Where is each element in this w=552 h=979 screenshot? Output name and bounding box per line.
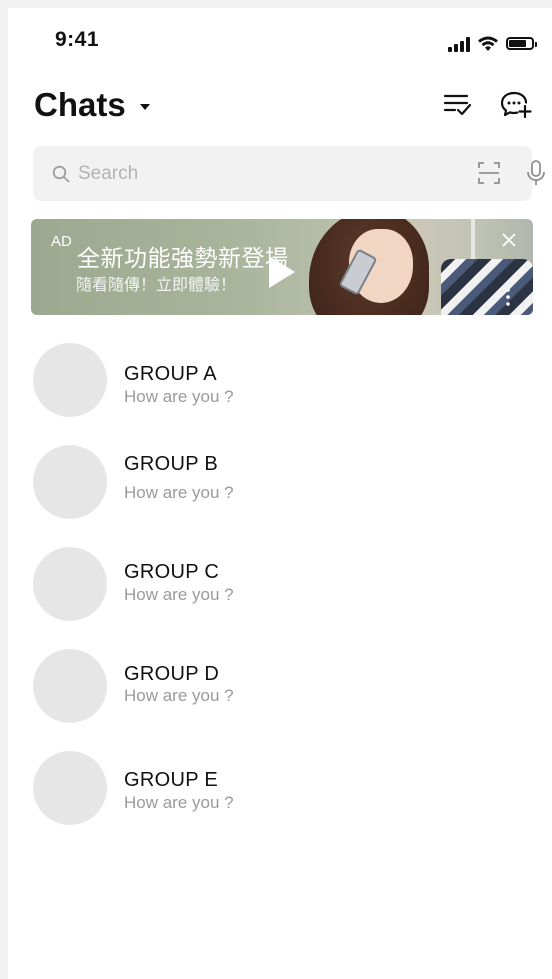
cellular-signal-icon <box>448 36 470 52</box>
status-time: 9:41 <box>55 28 100 51</box>
search-icon <box>52 165 70 182</box>
page-title: Chats <box>34 86 126 123</box>
avatar <box>33 547 107 621</box>
chat-item-group-a[interactable]: GROUP A How are you ? <box>0 335 552 437</box>
avatar <box>33 751 107 825</box>
ad-subline: 隨看隨傳！立即體驗！ <box>76 277 237 294</box>
chat-list: GROUP A How are you ? GROUP B How are yo… <box>0 335 552 845</box>
chat-preview: How are you ? <box>124 483 234 502</box>
chats-title-dropdown[interactable]: Chats <box>34 86 150 124</box>
chat-preview: How are you ? <box>124 585 234 604</box>
chat-name: GROUP E <box>124 769 218 791</box>
chat-name: GROUP C <box>124 561 220 583</box>
chat-item-group-e[interactable]: GROUP E How are you ? <box>0 743 552 845</box>
ad-headline: 全新功能強勢新登場 <box>77 245 289 271</box>
status-icons <box>448 32 537 52</box>
chat-name: GROUP D <box>124 663 220 685</box>
chat-preview: How are you ? <box>124 793 234 812</box>
microphone-icon[interactable] <box>525 160 547 186</box>
chat-item-group-c[interactable]: GROUP C How are you ? <box>0 539 552 641</box>
chat-name: GROUP B <box>124 453 218 475</box>
battery-level <box>509 40 526 47</box>
avatar <box>33 649 107 723</box>
search-input[interactable] <box>76 161 420 186</box>
caret-down-icon <box>139 104 150 110</box>
chat-item-group-d[interactable]: GROUP D How are you ? <box>0 641 552 743</box>
sort-list-button[interactable] <box>442 90 476 122</box>
battery-icon <box>506 37 537 50</box>
top-edge <box>0 0 552 8</box>
ad-tag: AD <box>51 233 72 250</box>
chat-preview: How are you ? <box>124 387 234 406</box>
app-frame: 9:41 Chats Search AD 全新功能強勢新登場 隨看隨傳！立即體驗… <box>0 0 552 979</box>
ad-banner[interactable]: AD 全新功能強勢新登場 隨看隨傳！立即體驗！ <box>31 219 533 315</box>
ad-image-jacket <box>441 259 533 315</box>
chat-name: GROUP A <box>124 363 217 385</box>
close-icon[interactable] <box>500 231 518 249</box>
avatar <box>33 343 107 417</box>
more-icon[interactable] <box>505 287 511 307</box>
search-bar <box>33 146 545 201</box>
wifi-icon <box>478 36 498 51</box>
new-chat-button[interactable] <box>499 90 533 122</box>
avatar <box>33 445 107 519</box>
play-icon[interactable] <box>269 256 295 288</box>
sort-list-icon <box>443 94 472 116</box>
new-chat-icon <box>500 91 532 119</box>
scan-icon[interactable] <box>478 162 500 184</box>
chat-preview: How are you ? <box>124 686 234 705</box>
chat-item-group-b[interactable]: GROUP B How are you ? <box>0 437 552 539</box>
